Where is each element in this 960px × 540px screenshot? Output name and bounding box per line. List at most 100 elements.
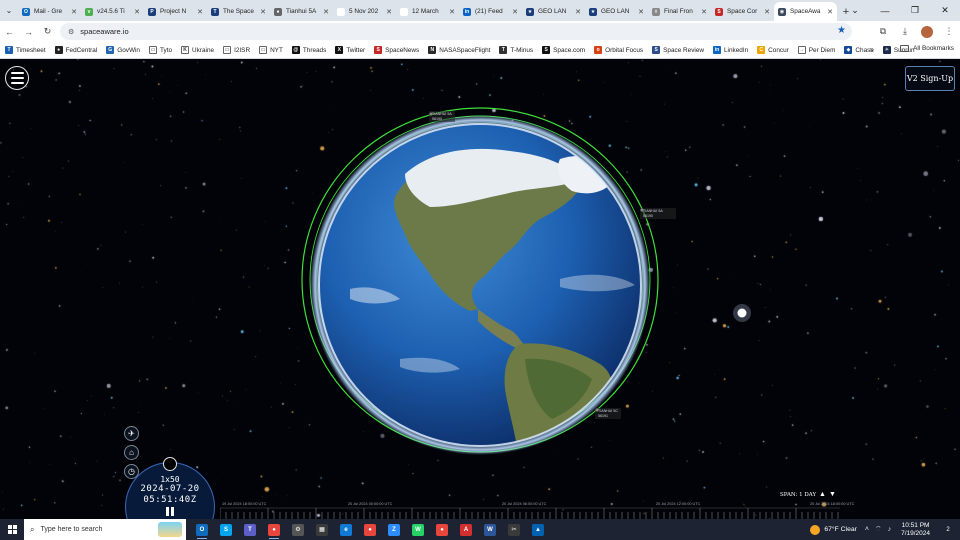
tab[interactable]: S Space Cor ✕ — [711, 2, 774, 21]
timeline[interactable]: 19 Jul 2024 18:00:00 UTC 20 Jul 2024 00:… — [220, 500, 854, 519]
close-window-button[interactable]: ✕ — [930, 0, 960, 21]
tab-close-icon[interactable]: ✕ — [386, 8, 392, 16]
tab[interactable]: ◉ SpaceAwa ✕ — [774, 2, 837, 21]
taskbar-app-chrome[interactable]: ● — [262, 519, 286, 540]
home-icon[interactable]: ⌂ — [124, 445, 139, 460]
tab-close-icon[interactable]: ✕ — [827, 8, 833, 16]
taskbar-app-acrobat[interactable]: A — [454, 519, 478, 540]
bookmark-item[interactable]: C Concur — [757, 46, 789, 54]
tab[interactable]: P Project N ✕ — [144, 2, 207, 21]
tab-close-icon[interactable]: ✕ — [134, 8, 140, 16]
zoom-icon: Z — [388, 523, 400, 536]
tab-close-icon[interactable]: ✕ — [449, 8, 455, 16]
tab[interactable]: T The Space ✕ — [207, 2, 270, 21]
taskbar-app-zoom[interactable]: Z — [382, 519, 406, 540]
taskbar-app-capture[interactable]: ✂ — [502, 519, 526, 540]
tab[interactable]: in (21) Feed ✕ — [459, 2, 522, 21]
back-button[interactable]: ← — [0, 21, 19, 42]
span-increase-button[interactable]: ▲ — [819, 491, 826, 498]
taskbar-app-photos[interactable]: ▲ — [526, 519, 550, 540]
tab[interactable]: 5 Nov 202 ✕ — [333, 2, 396, 21]
taskbar-app-chrome-3[interactable]: ● — [430, 519, 454, 540]
tab[interactable]: ★ GEO LAN ✕ — [522, 2, 585, 21]
hidden-icons-chevron-icon[interactable]: ˄ — [865, 526, 869, 533]
taskbar-app-word[interactable]: W — [478, 519, 502, 540]
taskbar-app-teams[interactable]: T — [238, 519, 262, 540]
forward-button[interactable]: → — [19, 21, 38, 42]
tab[interactable]: ● Tianhui 5A ✕ — [270, 2, 333, 21]
satellite-label[interactable]: TIANHUI 5C 56191 — [595, 408, 621, 419]
bookmark-item[interactable]: S SpaceNews — [374, 46, 419, 54]
satellite-icon[interactable]: ✈ — [124, 426, 139, 441]
globe-viewport[interactable]: TIANHUI 5A 56190 TIANHUI 5A 56190 TIANHU… — [0, 59, 960, 519]
bookmark-item[interactable]: S Space Review — [652, 46, 704, 54]
volume-icon[interactable]: ♪ — [888, 526, 892, 533]
bookmark-item[interactable]: o Orbital Focus — [594, 46, 643, 54]
taskbar-app-edge[interactable]: e — [334, 519, 358, 540]
taskbar-app-skype[interactable]: S — [214, 519, 238, 540]
site-info-icon[interactable]: ⚙ — [68, 28, 74, 36]
taskbar-app-outlook[interactable]: O — [190, 519, 214, 540]
tab-search-icon[interactable]: ⌄ — [0, 0, 18, 21]
all-bookmarks-button[interactable]: All Bookmarks — [900, 45, 954, 52]
bookmark-item[interactable]: K Ukraine — [181, 46, 214, 54]
tab-close-icon[interactable]: ✕ — [323, 8, 329, 16]
clock-datetime[interactable]: 10:51 PM 7/19/2024 — [901, 522, 930, 538]
notification-icon[interactable]: 2 — [940, 523, 956, 537]
tab-close-icon[interactable]: ✕ — [701, 8, 707, 16]
taskbar-app-calculator[interactable]: ▦ — [310, 519, 334, 540]
bookmark-star-icon[interactable]: ★ — [837, 25, 846, 36]
tab-close-icon[interactable]: ✕ — [575, 8, 581, 16]
span-decrease-button[interactable]: ▼ — [829, 491, 836, 498]
tab-close-icon[interactable]: ✕ — [260, 8, 266, 16]
tab[interactable]: v v24.5.6 Ti ✕ — [81, 2, 144, 21]
url-field[interactable]: ⚙ spaceaware.io ★ — [60, 23, 852, 40]
bookmark-item[interactable]: in LinkedIn — [713, 46, 748, 54]
tab-close-icon[interactable]: ✕ — [71, 8, 77, 16]
bookmark-item[interactable]: T T-Minus — [499, 46, 533, 54]
bookmark-item[interactable]: @ Threads — [291, 46, 326, 54]
bookmark-item[interactable]: G GovWin — [106, 46, 140, 54]
pause-button[interactable] — [165, 507, 175, 517]
tab-close-icon[interactable]: ✕ — [197, 8, 203, 16]
satellite-label[interactable]: TIANHUI 5A 56190 — [640, 208, 676, 219]
time-dial-knob[interactable] — [163, 457, 177, 471]
bookmark-item[interactable]: ● FedCentral — [54, 46, 97, 54]
bookmark-item[interactable]: X Twitter — [335, 46, 365, 54]
bookmark-item[interactable]: ▭ NYT — [259, 46, 283, 54]
signup-button[interactable]: V2 Sign-Up — [905, 66, 955, 91]
weather-widget[interactable]: 67°F Clear — [810, 524, 857, 535]
tab[interactable]: O Mail - Gre ✕ — [18, 2, 81, 21]
bookmark-item[interactable]: S Space.com — [542, 46, 585, 54]
extensions-icon[interactable]: ⧉ — [872, 26, 894, 37]
bookmark-favicon-icon: S — [652, 46, 661, 54]
restore-button[interactable]: ❐ — [900, 0, 930, 21]
tab-close-icon[interactable]: ✕ — [512, 8, 518, 16]
profile-avatar[interactable] — [921, 25, 933, 38]
taskbar-search[interactable]: ⌕ Type here to search — [24, 519, 186, 540]
tab-list-icon[interactable]: ⌄ — [840, 0, 870, 21]
reload-button[interactable]: ↻ — [38, 21, 57, 42]
network-icon[interactable]: ⌔ — [875, 525, 882, 534]
hamburger-menu-button[interactable] — [5, 66, 29, 90]
bookmark-item[interactable]: N NASASpaceFlight — [428, 46, 490, 54]
bookmark-item[interactable]: ▭ I2ISR — [223, 46, 250, 54]
download-icon[interactable]: ⤓ — [894, 26, 916, 37]
bookmarks-overflow-button[interactable]: » — [870, 45, 874, 54]
tab-close-icon[interactable]: ✕ — [638, 8, 644, 16]
bookmark-item[interactable]: T Timesheet — [5, 46, 46, 54]
start-button[interactable] — [0, 519, 24, 540]
tab-favicon-icon: T — [211, 7, 219, 16]
tab-close-icon[interactable]: ✕ — [764, 8, 770, 16]
bookmark-item[interactable]: ▭ Tyto — [148, 46, 172, 54]
taskbar-app-whatsapp[interactable]: W — [406, 519, 430, 540]
tab[interactable]: ★ GEO LAN ✕ — [585, 2, 648, 21]
bookmark-item[interactable]: → Per Diem — [797, 46, 835, 54]
kebab-menu-icon[interactable]: ⋮ — [938, 26, 960, 37]
satellite-label[interactable]: TIANHUI 5A 56190 — [429, 111, 455, 122]
tab[interactable]: ◊ Final Fron ✕ — [648, 2, 711, 21]
minimize-button[interactable]: — — [870, 0, 900, 21]
tab[interactable]: 12 March ✕ — [396, 2, 459, 21]
taskbar-app-chrome-2[interactable]: ● — [358, 519, 382, 540]
taskbar-app-settings[interactable]: ⚙ — [286, 519, 310, 540]
